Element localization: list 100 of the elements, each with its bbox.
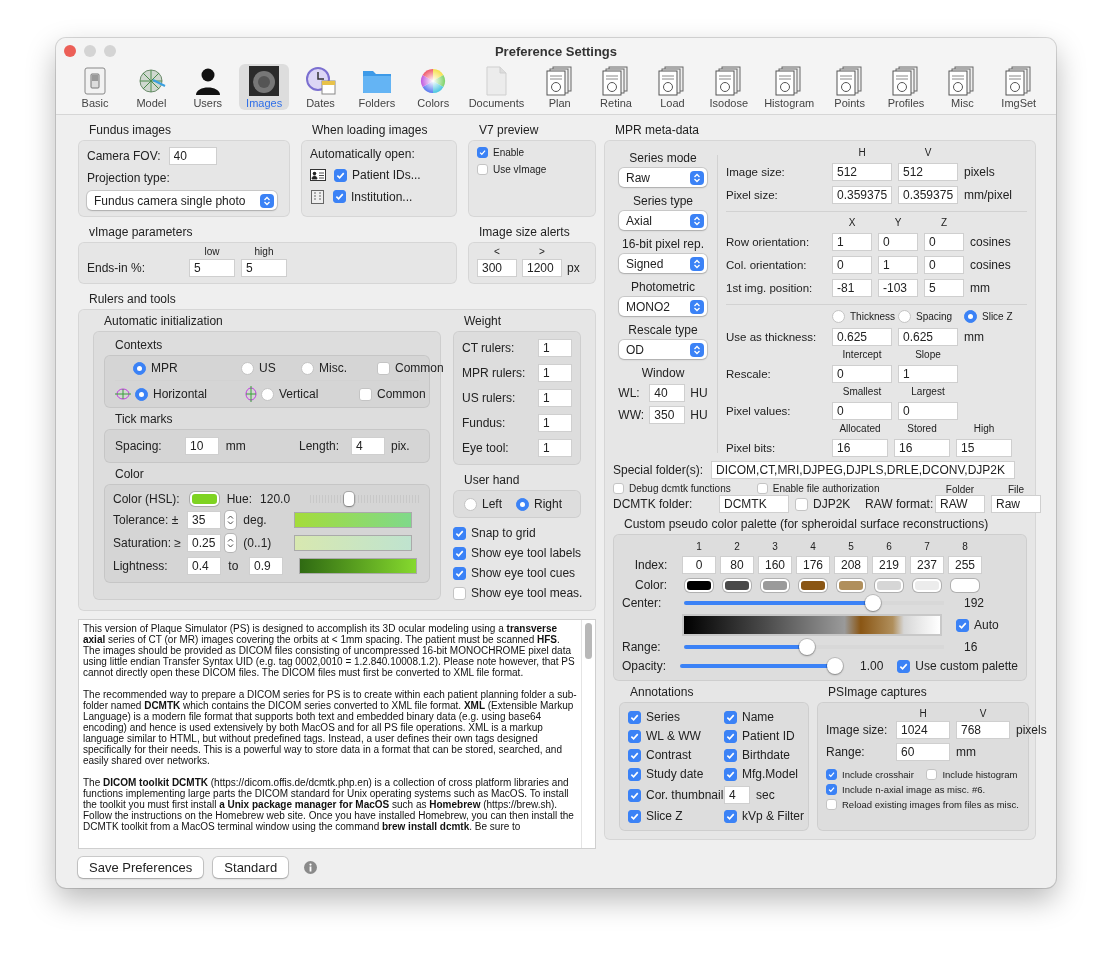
input-field[interactable]: 0 — [832, 402, 892, 420]
toolbar-tab[interactable]: Basic — [70, 64, 120, 110]
input-field[interactable]: RAW — [935, 495, 985, 513]
toolbar-tab[interactable]: Users — [182, 64, 233, 110]
input-field[interactable]: 0 — [924, 256, 964, 274]
input-field[interactable]: 5 — [241, 259, 287, 277]
input-field[interactable]: 255 — [948, 556, 982, 574]
checkbox[interactable] — [628, 729, 641, 743]
input-field[interactable]: 10 — [185, 437, 219, 455]
input-field[interactable]: 1 — [538, 389, 572, 407]
checkbox[interactable] — [956, 618, 969, 632]
input-field[interactable]: 16 — [894, 439, 950, 457]
toolbar-tab[interactable]: Documents — [464, 64, 529, 110]
color-swatch[interactable] — [913, 578, 941, 592]
input-field[interactable]: 5 — [924, 279, 964, 297]
checkbox[interactable] — [477, 147, 488, 158]
input-field[interactable]: 40 — [649, 384, 686, 402]
radio-button[interactable] — [832, 310, 845, 323]
slider-thumb[interactable] — [798, 639, 815, 655]
input-field[interactable]: 60 — [896, 743, 950, 761]
checkbox[interactable] — [377, 361, 390, 375]
checkbox[interactable] — [795, 497, 808, 511]
toolbar-tab[interactable]: Dates — [295, 64, 346, 110]
input-field[interactable]: -81 — [832, 279, 872, 297]
dropdown[interactable]: Raw — [619, 168, 707, 187]
toolbar-tab[interactable]: Isodose — [703, 64, 754, 110]
checkbox[interactable] — [628, 767, 641, 781]
input-field[interactable]: 0.359375 — [832, 186, 892, 204]
toolbar-tab[interactable]: Profiles — [881, 64, 931, 110]
input-field[interactable]: 0.359375 — [898, 186, 958, 204]
input-field[interactable]: DICOM,CT,MRI,DJPEG,DJPLS,DRLE,DCONV,DJP2K — [711, 461, 1016, 479]
checkbox[interactable] — [453, 566, 466, 580]
input-field[interactable]: 0.4 — [187, 557, 221, 575]
input-field[interactable]: 1 — [898, 365, 958, 383]
color-swatch[interactable] — [723, 578, 751, 592]
color-swatch[interactable] — [875, 578, 903, 592]
checkbox[interactable] — [628, 748, 641, 762]
input-field[interactable]: 0.25 — [187, 534, 221, 552]
toolbar-tab[interactable]: Plan — [534, 64, 585, 110]
input-field[interactable]: 350 — [649, 406, 686, 424]
checkbox[interactable] — [453, 526, 466, 540]
input-field[interactable]: 1024 — [896, 721, 950, 739]
color-swatch[interactable] — [951, 578, 979, 592]
toolbar-tab[interactable]: Load — [647, 64, 698, 110]
scrollbar-thumb[interactable] — [585, 623, 592, 659]
checkbox[interactable] — [628, 710, 641, 724]
input-field[interactable]: 0 — [682, 556, 716, 574]
radio-button[interactable] — [241, 361, 254, 375]
input-field[interactable]: 15 — [956, 439, 1012, 457]
checkbox[interactable] — [453, 546, 466, 560]
input-field[interactable]: 300 — [477, 259, 517, 277]
color-swatch[interactable] — [761, 578, 789, 592]
dropdown[interactable]: Signed — [619, 254, 707, 273]
input-field[interactable]: 768 — [956, 721, 1010, 739]
slider-thumb[interactable] — [864, 595, 881, 611]
checkbox[interactable] — [724, 710, 737, 724]
checkbox[interactable] — [334, 168, 347, 182]
input-field[interactable]: 40 — [168, 147, 217, 165]
toolbar-tab[interactable]: Points — [824, 64, 875, 110]
input-field[interactable]: 512 — [898, 163, 958, 181]
checkbox[interactable] — [628, 809, 641, 823]
input-field[interactable]: 1200 — [522, 259, 562, 277]
input-field[interactable]: 0 — [924, 233, 964, 251]
toolbar-tab[interactable]: Retina — [591, 64, 641, 110]
toolbar-tab[interactable]: Histogram — [760, 64, 819, 110]
toolbar-tab[interactable]: Folders — [351, 64, 402, 110]
input-field[interactable]: 1 — [538, 364, 572, 382]
slider-thumb[interactable] — [344, 492, 355, 506]
radio-button[interactable] — [133, 361, 146, 375]
checkbox[interactable] — [333, 190, 346, 203]
dropdown[interactable]: OD — [619, 340, 707, 359]
input-field[interactable]: 35 — [187, 511, 221, 529]
input-field[interactable]: Raw — [991, 495, 1041, 513]
radio-button[interactable] — [301, 361, 314, 375]
input-field[interactable]: 0.625 — [898, 328, 958, 346]
checkbox[interactable] — [613, 483, 624, 494]
checkbox[interactable] — [628, 788, 641, 802]
input-field[interactable]: -103 — [878, 279, 918, 297]
input-field[interactable]: 0.625 — [832, 328, 892, 346]
toolbar-tab[interactable]: Colors — [408, 64, 459, 110]
close-button[interactable] — [64, 45, 76, 57]
color-swatch[interactable] — [189, 492, 219, 506]
stepper[interactable] — [225, 511, 236, 529]
checkbox[interactable] — [477, 164, 488, 175]
checkbox[interactable] — [826, 784, 837, 795]
checkbox[interactable] — [826, 799, 837, 810]
checkbox[interactable] — [926, 769, 938, 780]
input-field[interactable]: 80 — [720, 556, 754, 574]
input-field[interactable]: 0 — [878, 233, 918, 251]
color-swatch[interactable] — [799, 578, 827, 592]
push-button[interactable]: Standard — [213, 857, 289, 878]
input-field[interactable]: 4 — [724, 786, 750, 804]
input-field[interactable]: DCMTK — [719, 495, 789, 513]
checkbox[interactable] — [756, 483, 768, 494]
input-field[interactable]: 208 — [834, 556, 868, 574]
stepper[interactable] — [225, 534, 236, 552]
checkbox[interactable] — [453, 586, 466, 600]
checkbox[interactable] — [897, 659, 911, 673]
radio-button[interactable] — [464, 497, 477, 511]
input-field[interactable]: 176 — [796, 556, 830, 574]
